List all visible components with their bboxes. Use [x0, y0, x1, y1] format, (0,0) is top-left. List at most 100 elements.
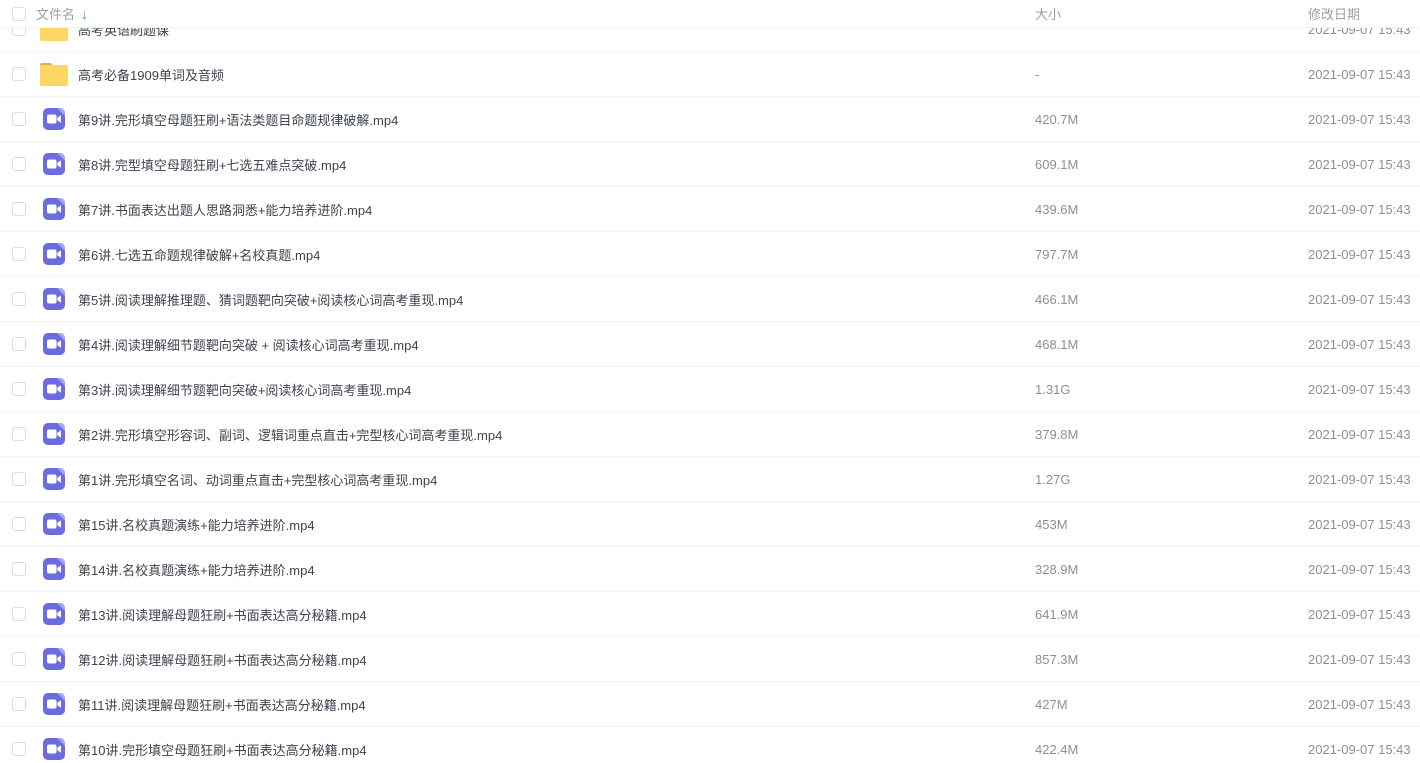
file-size: 468.1M [1022, 337, 1300, 352]
file-row[interactable]: 第6讲.七选五命题规律破解+名校真题.mp4 797.7M 2021-09-07… [0, 232, 1420, 277]
file-modified-date: 2021-09-07 15:43 [1300, 292, 1420, 307]
file-row[interactable]: 第15讲.名校真题演练+能力培养进阶.mp4 453M 2021-09-07 1… [0, 502, 1420, 547]
file-modified-date: 2021-09-07 15:43 [1300, 562, 1420, 577]
row-checkbox[interactable] [12, 517, 26, 531]
file-name-link[interactable]: 第14讲.名校真题演练+能力培养进阶.mp4 [78, 560, 1022, 579]
file-row[interactable]: 第5讲.阅读理解推理题、猜词题靶向突破+阅读核心词高考重现.mp4 466.1M… [0, 277, 1420, 322]
file-row[interactable]: 第12讲.阅读理解母题狂刷+书面表达高分秘籍.mp4 857.3M 2021-0… [0, 637, 1420, 682]
video-file-icon [43, 333, 65, 355]
video-file-icon [43, 423, 65, 445]
column-header-date-label: 修改日期 [1308, 7, 1360, 22]
sort-descending-icon[interactable]: ↓ [81, 7, 88, 21]
file-size: 1.31G [1022, 382, 1300, 397]
file-modified-date: 2021-09-07 15:43 [1300, 67, 1420, 82]
file-size: 422.4M [1022, 742, 1300, 757]
video-file-icon [43, 108, 65, 130]
file-name-link[interactable]: 第7讲.书面表达出题人思路洞悉+能力培养进阶.mp4 [78, 200, 1022, 219]
file-row[interactable]: 第1讲.完形填空名词、动词重点直击+完型核心词高考重现.mp4 1.27G 20… [0, 457, 1420, 502]
file-name-link[interactable]: 第8讲.完型填空母题狂刷+七选五难点突破.mp4 [78, 155, 1022, 174]
table-header: 文件名 ↓ 大小 修改日期 [0, 0, 1420, 28]
file-size: - [1022, 67, 1300, 82]
file-name-link[interactable]: 第12讲.阅读理解母题狂刷+书面表达高分秘籍.mp4 [78, 650, 1022, 669]
file-name-link[interactable]: 第2讲.完形填空形容词、副词、逻辑词重点直击+完型核心词高考重现.mp4 [78, 425, 1022, 444]
file-name-link[interactable]: 第11讲.阅读理解母题狂刷+书面表达高分秘籍.mp4 [78, 695, 1022, 714]
file-row[interactable]: 第7讲.书面表达出题人思路洞悉+能力培养进阶.mp4 439.6M 2021-0… [0, 187, 1420, 232]
select-all-checkbox[interactable] [12, 7, 26, 21]
file-name-link[interactable]: 第13讲.阅读理解母题狂刷+书面表达高分秘籍.mp4 [78, 605, 1022, 624]
row-checkbox[interactable] [12, 202, 26, 216]
file-modified-date: 2021-09-07 15:43 [1300, 247, 1420, 262]
video-file-icon [43, 468, 65, 490]
row-checkbox[interactable] [12, 382, 26, 396]
row-checkbox[interactable] [12, 427, 26, 441]
file-row[interactable]: 第10讲.完形填空母题狂刷+书面表达高分秘籍.mp4 422.4M 2021-0… [0, 727, 1420, 763]
row-checkbox[interactable] [12, 157, 26, 171]
video-file-icon [43, 648, 65, 670]
row-checkbox[interactable] [12, 607, 26, 621]
row-checkbox[interactable] [12, 697, 26, 711]
file-size: 439.6M [1022, 202, 1300, 217]
file-name-link[interactable]: 第4讲.阅读理解细节题靶向突破 + 阅读核心词高考重现.mp4 [78, 335, 1022, 354]
row-checkbox[interactable] [12, 292, 26, 306]
video-file-icon [43, 693, 65, 715]
file-modified-date: 2021-09-07 15:43 [1300, 517, 1420, 532]
file-modified-date: 2021-09-07 15:43 [1300, 337, 1420, 352]
file-size: 328.9M [1022, 562, 1300, 577]
file-size: 609.1M [1022, 157, 1300, 172]
row-checkbox[interactable] [12, 337, 26, 351]
file-modified-date: 2021-09-07 15:43 [1300, 697, 1420, 712]
file-row[interactable]: 第14讲.名校真题演练+能力培养进阶.mp4 328.9M 2021-09-07… [0, 547, 1420, 592]
file-row[interactable]: 第13讲.阅读理解母题狂刷+书面表达高分秘籍.mp4 641.9M 2021-0… [0, 592, 1420, 637]
file-name-link[interactable]: 高考必备1909单词及音频 [78, 65, 1022, 84]
file-modified-date: 2021-09-07 15:43 [1300, 472, 1420, 487]
column-header-size[interactable]: 大小 [1022, 4, 1300, 23]
row-checkbox[interactable] [12, 472, 26, 486]
file-manager-page: 文件名 ↓ 大小 修改日期 高考英语刷题课 2021-09-07 15: [0, 0, 1420, 763]
file-size: 857.3M [1022, 652, 1300, 667]
file-name-link[interactable]: 第9讲.完形填空母题狂刷+语法类题目命题规律破解.mp4 [78, 110, 1022, 129]
row-checkbox[interactable] [12, 112, 26, 126]
file-size: 379.8M [1022, 427, 1300, 442]
row-checkbox[interactable] [12, 67, 26, 81]
file-row[interactable]: 第2讲.完形填空形容词、副词、逻辑词重点直击+完型核心词高考重现.mp4 379… [0, 412, 1420, 457]
video-file-icon [43, 558, 65, 580]
file-size: 427M [1022, 697, 1300, 712]
file-list: 高考英语刷题课 2021-09-07 15:43 高考必备1909单词及音频 -… [0, 7, 1420, 763]
file-name-link[interactable]: 第6讲.七选五命题规律破解+名校真题.mp4 [78, 245, 1022, 264]
column-header-name-label: 文件名 [36, 4, 75, 23]
row-checkbox[interactable] [12, 742, 26, 756]
video-file-icon [43, 288, 65, 310]
file-modified-date: 2021-09-07 15:43 [1300, 202, 1420, 217]
column-header-size-label: 大小 [1035, 7, 1061, 22]
folder-icon [40, 66, 68, 86]
file-size: 641.9M [1022, 607, 1300, 622]
column-header-name[interactable]: 文件名 ↓ [36, 4, 1022, 23]
file-modified-date: 2021-09-07 15:43 [1300, 607, 1420, 622]
file-name-link[interactable]: 第15讲.名校真题演练+能力培养进阶.mp4 [78, 515, 1022, 534]
file-row[interactable]: 第11讲.阅读理解母题狂刷+书面表达高分秘籍.mp4 427M 2021-09-… [0, 682, 1420, 727]
file-size: 420.7M [1022, 112, 1300, 127]
file-modified-date: 2021-09-07 15:43 [1300, 652, 1420, 667]
file-name-link[interactable]: 第1讲.完形填空名词、动词重点直击+完型核心词高考重现.mp4 [78, 470, 1022, 489]
file-name-link[interactable]: 第3讲.阅读理解细节题靶向突破+阅读核心词高考重现.mp4 [78, 380, 1022, 399]
file-size: 466.1M [1022, 292, 1300, 307]
file-size: 1.27G [1022, 472, 1300, 487]
file-modified-date: 2021-09-07 15:43 [1300, 157, 1420, 172]
video-file-icon [43, 378, 65, 400]
video-file-icon [43, 198, 65, 220]
file-row[interactable]: 高考必备1909单词及音频 - 2021-09-07 15:43 [0, 52, 1420, 97]
row-checkbox[interactable] [12, 562, 26, 576]
video-file-icon [43, 513, 65, 535]
file-row[interactable]: 第8讲.完型填空母题狂刷+七选五难点突破.mp4 609.1M 2021-09-… [0, 142, 1420, 187]
file-name-link[interactable]: 第10讲.完形填空母题狂刷+书面表达高分秘籍.mp4 [78, 740, 1022, 759]
file-row[interactable]: 第4讲.阅读理解细节题靶向突破 + 阅读核心词高考重现.mp4 468.1M 2… [0, 322, 1420, 367]
row-checkbox[interactable] [12, 247, 26, 261]
file-size: 453M [1022, 517, 1300, 532]
file-row[interactable]: 第3讲.阅读理解细节题靶向突破+阅读核心词高考重现.mp4 1.31G 2021… [0, 367, 1420, 412]
file-name-link[interactable]: 第5讲.阅读理解推理题、猜词题靶向突破+阅读核心词高考重现.mp4 [78, 290, 1022, 309]
file-modified-date: 2021-09-07 15:43 [1300, 427, 1420, 442]
row-checkbox[interactable] [12, 652, 26, 666]
file-row[interactable]: 第9讲.完形填空母题狂刷+语法类题目命题规律破解.mp4 420.7M 2021… [0, 97, 1420, 142]
file-modified-date: 2021-09-07 15:43 [1300, 382, 1420, 397]
column-header-date[interactable]: 修改日期 [1300, 4, 1420, 23]
